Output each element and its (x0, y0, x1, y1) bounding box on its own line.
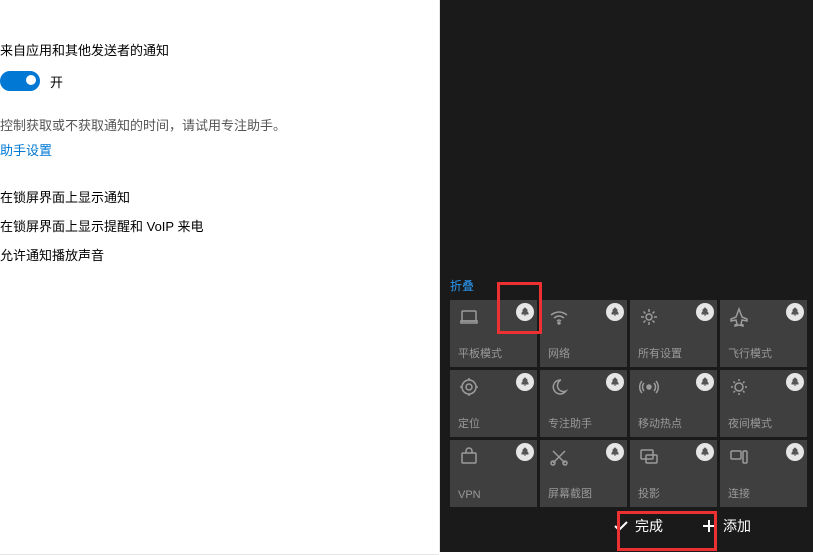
quick-actions-grid: 平板模式 网络 所有设置 飞行模式定位 专注助手 移动热点 夜间模式 VPN 屏幕截图 投影 连接 (450, 300, 807, 507)
tablet-icon (458, 306, 480, 328)
notif-sound-check[interactable]: 允许通知播放声音 (0, 245, 419, 264)
notif-toggle[interactable] (0, 71, 40, 91)
focus-assist-settings-link[interactable]: 助手设置 (0, 140, 419, 159)
airplane-icon (728, 306, 750, 328)
snip-icon (548, 446, 570, 468)
plus-icon (701, 518, 717, 534)
toggle-state-label: 开 (50, 72, 63, 91)
lock-screen-voip-check[interactable]: 在锁屏界面上显示提醒和 VoIP 来电 (0, 216, 419, 235)
tile-label: 定位 (458, 415, 529, 431)
quick-action-tile-tablet[interactable]: 平板模式 (450, 300, 537, 367)
tile-label: VPN (458, 489, 529, 501)
pin-icon[interactable] (786, 373, 804, 391)
add-label: 添加 (723, 516, 751, 536)
done-button[interactable]: 完成 (597, 506, 679, 546)
night-icon (728, 376, 750, 398)
tile-label: 屏幕截图 (548, 485, 619, 501)
notif-from-apps-label: 来自应用和其他发送者的通知 (0, 40, 419, 59)
tile-label: 投影 (638, 485, 709, 501)
tile-label: 专注助手 (548, 415, 619, 431)
notifications-section: 来自应用和其他发送者的通知 开 控制获取或不获取通知的时间，请试用专注助手。 助… (0, 0, 439, 555)
location-icon (458, 376, 480, 398)
focus-assist-desc: 控制获取或不获取通知的时间，请试用专注助手。 (0, 115, 419, 134)
quick-action-tile-hotspot[interactable]: 移动热点 (630, 370, 717, 437)
toggle-knob (26, 75, 36, 85)
quick-action-tile-project[interactable]: 投影 (630, 440, 717, 507)
pin-icon[interactable] (786, 443, 804, 461)
quick-action-tile-moon[interactable]: 专注助手 (540, 370, 627, 437)
pin-icon[interactable] (696, 373, 714, 391)
pin-icon[interactable] (516, 303, 534, 321)
project-icon (638, 446, 660, 468)
pin-icon[interactable] (606, 443, 624, 461)
quick-action-tile-connect[interactable]: 连接 (720, 440, 807, 507)
tile-label: 平板模式 (458, 345, 529, 361)
add-button[interactable]: 添加 (685, 506, 767, 546)
pin-icon[interactable] (516, 443, 534, 461)
pin-icon[interactable] (516, 373, 534, 391)
vpn-icon (458, 446, 480, 468)
tile-label: 移动热点 (638, 415, 709, 431)
quick-action-tile-snip[interactable]: 屏幕截图 (540, 440, 627, 507)
tile-label: 连接 (728, 485, 799, 501)
toggle-row: 开 (0, 71, 419, 91)
moon-icon (548, 376, 570, 398)
quick-action-tile-wifi[interactable]: 网络 (540, 300, 627, 367)
action-center-panel: 折叠 平板模式 网络 所有设置 飞行模式定位 专注助手 移动热点 夜间模式 VPN 屏幕截图 投影… (440, 0, 813, 552)
pin-icon[interactable] (696, 303, 714, 321)
tile-label: 飞行模式 (728, 345, 799, 361)
quick-action-tile-airplane[interactable]: 飞行模式 (720, 300, 807, 367)
collapse-link[interactable]: 折叠 (450, 277, 474, 294)
pin-icon[interactable] (606, 373, 624, 391)
tile-label: 所有设置 (638, 345, 709, 361)
connect-icon (728, 446, 750, 468)
quick-action-tile-night[interactable]: 夜间模式 (720, 370, 807, 437)
check-icon (613, 518, 629, 534)
pin-icon[interactable] (606, 303, 624, 321)
hotspot-icon (638, 376, 660, 398)
quick-action-tile-gear[interactable]: 所有设置 (630, 300, 717, 367)
pin-icon[interactable] (696, 443, 714, 461)
bottom-buttons: 完成 添加 (597, 506, 767, 546)
quick-action-tile-location[interactable]: 定位 (450, 370, 537, 437)
done-label: 完成 (635, 516, 663, 536)
pin-icon[interactable] (786, 303, 804, 321)
quick-action-tile-vpn[interactable]: VPN (450, 440, 537, 507)
wifi-icon (548, 306, 570, 328)
tile-label: 夜间模式 (728, 415, 799, 431)
settings-content: 来自应用和其他发送者的通知 开 控制获取或不获取通知的时间，请试用专注助手。 助… (0, 0, 440, 552)
gear-icon (638, 306, 660, 328)
lock-screen-notif-check[interactable]: 在锁屏界面上显示通知 (0, 187, 419, 206)
tile-label: 网络 (548, 345, 619, 361)
